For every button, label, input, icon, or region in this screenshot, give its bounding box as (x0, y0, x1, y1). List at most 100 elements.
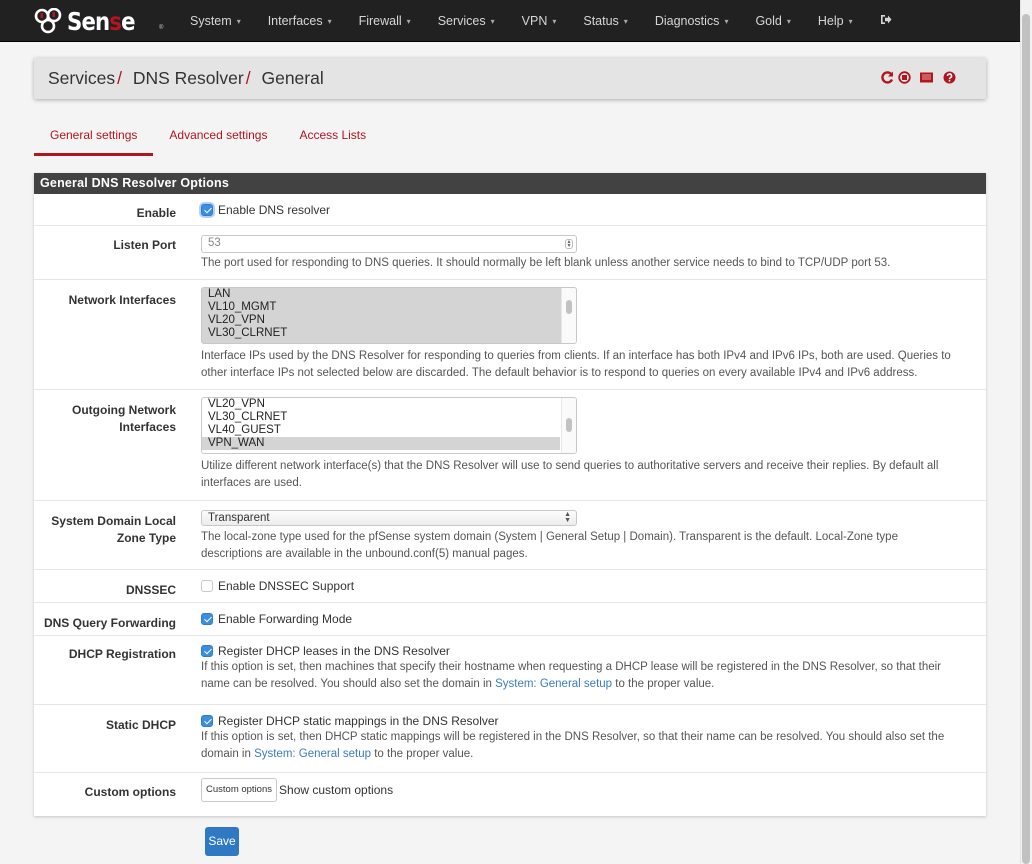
network-interface-option[interactable]: VL30_CLRNET (202, 327, 560, 340)
restart-icon[interactable] (881, 71, 894, 84)
network-interfaces-row: Network Interfaces LAN VL10_MGMT VL20_VP… (34, 280, 986, 390)
register-static-mappings-checkbox[interactable] (201, 715, 213, 727)
caret-down-icon: ▾ (724, 16, 729, 26)
tab-general-settings[interactable]: General settings (34, 120, 154, 156)
zone-type-select[interactable]: Transparent ▲ ▼ (201, 510, 577, 526)
network-interface-option[interactable]: VL10_MGMT (202, 301, 560, 314)
listbox-scrollbar-thumb[interactable] (566, 418, 572, 432)
enable-forwarding-text: Enable Forwarding Mode (218, 612, 353, 626)
help-text: domain in (201, 748, 255, 760)
caret-down-icon: ▾ (490, 16, 495, 26)
enable-dnssec-text: Enable DNSSEC Support (218, 579, 355, 593)
enable-field: Enable DNS resolver (201, 203, 976, 217)
dhcp-registration-help: If this option is set, then machines tha… (201, 659, 976, 693)
logout-button[interactable] (880, 14, 892, 28)
enable-forwarding-checkbox[interactable] (201, 613, 213, 625)
brand-suffix: e (121, 6, 135, 36)
enable-dns-resolver-checkbox[interactable] (201, 204, 213, 216)
nav-diagnostics[interactable]: Diagnostics ▾ (655, 14, 729, 28)
number-spinner-icon[interactable]: ▴ ▾ (565, 239, 573, 249)
enable-row: Enable Enable DNS resolver (34, 194, 986, 226)
listen-port-row: Listen Port 53 ▴ ▾ The port used for respo… (34, 226, 986, 280)
register-dhcp-leases-checkbox[interactable] (201, 645, 213, 657)
help-line: name can be resolved. You should also se… (201, 676, 976, 693)
forwarding-label: DNS Query Forwarding (43, 616, 176, 630)
tab-access-lists[interactable]: Access Lists (283, 120, 382, 156)
network-interface-option[interactable]: VL20_VPN (202, 314, 560, 327)
caret-down-icon: ▾ (552, 16, 557, 26)
label-line: Interfaces (119, 420, 176, 434)
custom-options-label: Custom options (84, 785, 176, 799)
panel-title: General DNS Resolver Options (34, 173, 986, 194)
nav-interfaces[interactable]: Interfaces ▾ (268, 14, 332, 28)
help-icon[interactable] (943, 71, 956, 84)
network-interfaces-field: LAN VL10_MGMT VL20_VPN VL30_CLRNET Inter… (201, 287, 976, 382)
log-icon[interactable] (919, 71, 935, 84)
dhcp-registration-field: Register DHCP leases in the DNS Resolver… (201, 644, 976, 693)
top-navbar: Sense ® System ▾ Interfaces ▾ Firewall ▾ Se… (0, 0, 1020, 42)
nav-label: Firewall (358, 14, 402, 28)
outgoing-interface-option[interactable]: VL40_GUEST (202, 424, 560, 437)
stop-icon[interactable] (898, 71, 911, 84)
help-text: to the proper value. (612, 678, 715, 690)
dns-resolver-options-panel: General DNS Resolver Options Enable Enab… (34, 173, 986, 816)
nav-firewall[interactable]: Firewall ▾ (359, 14, 411, 28)
pfsense-logo[interactable]: Sense (34, 5, 147, 37)
outgoing-interfaces-select[interactable]: VL20_VPN VL30_CLRNET VL40_GUEST VPN_WAN (201, 397, 577, 454)
forwarding-row: DNS Query Forwarding Enable Forwarding M… (34, 603, 986, 636)
nav-vpn[interactable]: VPN ▾ (522, 14, 557, 28)
listen-port-field: 53 ▴ ▾ The port used for responding to DNS… (201, 235, 976, 272)
outgoing-interface-option[interactable]: VL20_VPN (202, 398, 560, 411)
caret-down-icon: ▾ (327, 16, 332, 26)
caret-down-icon: ▾ (786, 16, 791, 26)
page-scrollbar-thumb[interactable] (1022, 14, 1030, 864)
sign-out-icon (880, 15, 892, 24)
breadcrumb-services[interactable]: Services (48, 68, 115, 88)
listbox-scrollbar-thumb[interactable] (566, 300, 572, 314)
caret-down-icon: ▾ (406, 16, 411, 26)
zone-type-field: Transparent ▲ ▼ The local-zone type used f… (201, 510, 976, 563)
tab-advanced-settings[interactable]: Advanced settings (153, 120, 283, 156)
help-line: Interface IPs used by the DNS Resolver f… (201, 350, 951, 362)
zone-type-row: System Domain Local Zone Type Transparen… (34, 501, 986, 570)
outgoing-interface-option[interactable]: VL30_CLRNET (202, 411, 560, 424)
help-line: If this option is set, then DHCP static … (201, 731, 945, 743)
select-arrows-icon: ▲ ▼ (564, 511, 571, 524)
nav-label: Status (583, 14, 619, 28)
network-interface-option[interactable]: LAN (202, 288, 560, 301)
nav-help[interactable]: Help ▾ (818, 14, 853, 28)
help-line: other interface IPs not selected below a… (201, 367, 918, 379)
help-line: If this option is set, then machines tha… (201, 661, 941, 673)
system-general-setup-link[interactable]: System: General setup (495, 678, 612, 690)
listen-port-input[interactable]: 53 ▴ ▾ (201, 235, 577, 253)
show-custom-options-text: Show custom options (279, 783, 394, 797)
static-dhcp-field: Register DHCP static mappings in the DNS… (201, 714, 976, 763)
help-text: name can be resolved. You should also se… (201, 678, 496, 690)
pfsense-logo-icon (34, 8, 62, 34)
dnssec-label: DNSSEC (125, 583, 176, 597)
nav-label: System (190, 14, 232, 28)
system-general-setup-link[interactable]: System: General setup (254, 748, 371, 760)
caret-down-icon: ▾ (236, 16, 241, 26)
enable-dnssec-checkbox[interactable] (201, 580, 213, 592)
settings-tabs: General settings Advanced settings Acces… (34, 120, 382, 156)
save-button[interactable]: Save (205, 827, 239, 856)
breadcrumb-dns-resolver[interactable]: DNS Resolver (133, 68, 244, 88)
static-dhcp-label: Static DHCP (105, 718, 176, 732)
nav-label: Services (437, 14, 486, 28)
nav-status[interactable]: Status ▾ (583, 14, 627, 28)
nav-gold[interactable]: Gold ▾ (755, 14, 790, 28)
register-static-mappings-text: Register DHCP static mappings in the DNS… (218, 714, 499, 728)
label-line: System Domain Local (51, 514, 176, 528)
custom-options-button[interactable]: Custom options (201, 778, 278, 802)
caret-down-icon: ▾ (848, 16, 853, 26)
listbox-scrollbar[interactable] (561, 288, 576, 343)
outgoing-interface-option[interactable]: VPN_WAN (202, 437, 560, 450)
outgoing-interfaces-help: Utilize different network interface(s) t… (201, 458, 976, 492)
nav-services[interactable]: Services ▾ (438, 14, 495, 28)
breadcrumb-general[interactable]: General (261, 68, 323, 88)
nav-system[interactable]: System ▾ (190, 14, 241, 28)
listbox-scrollbar[interactable] (561, 398, 576, 453)
network-interfaces-select[interactable]: LAN VL10_MGMT VL20_VPN VL30_CLRNET (201, 287, 577, 344)
network-interfaces-help: Interface IPs used by the DNS Resolver f… (201, 348, 976, 382)
